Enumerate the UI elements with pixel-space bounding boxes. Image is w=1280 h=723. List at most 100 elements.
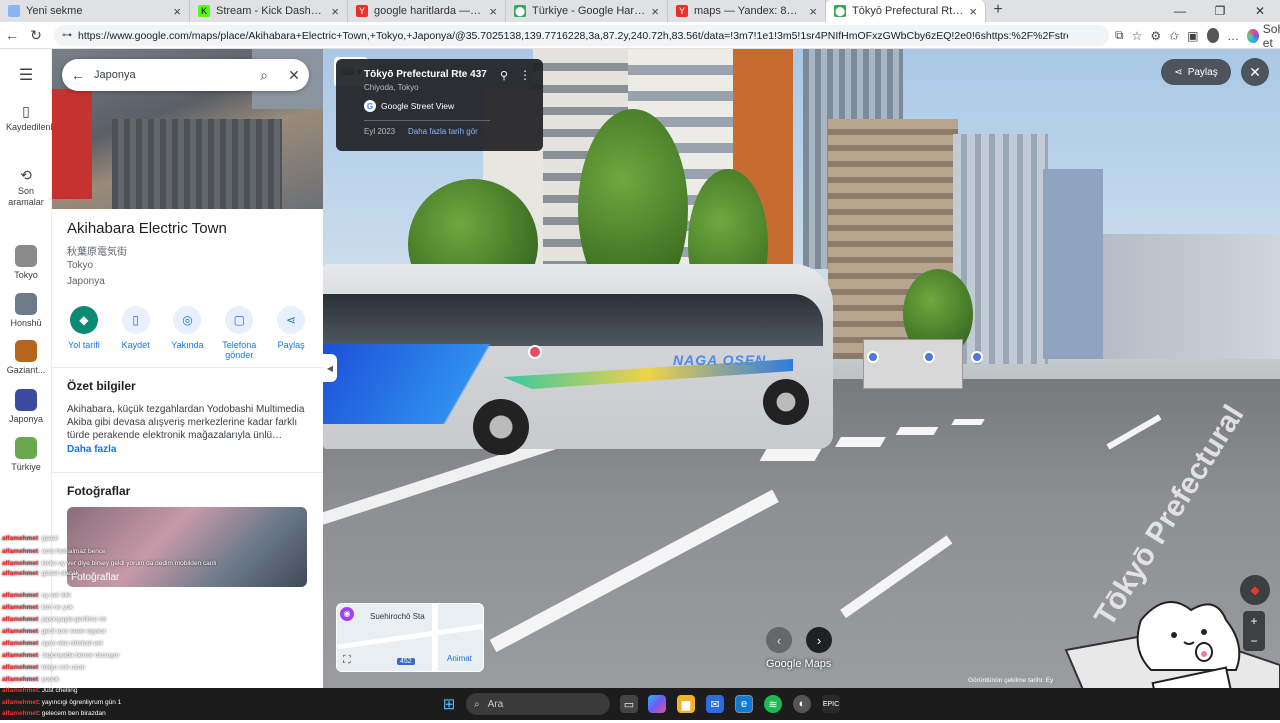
site-info-icon[interactable]: ⊶ <box>62 30 72 41</box>
tab-4[interactable]: ⬤ Türkiye - Google Haritalar × <box>506 0 668 22</box>
tab-title: Tōkyō Prefectural Rte 437 - Goog <box>852 5 963 17</box>
more-options-icon[interactable]: ⋮ <box>519 68 531 82</box>
recent-label: Honshū <box>10 318 42 328</box>
save-button[interactable]: ▯ Kaydet <box>112 306 160 360</box>
directions-icon: ◆ <box>69 306 98 334</box>
recent-label: Son aramalar <box>8 186 44 207</box>
taskbar-search[interactable]: ⌕ Ara <box>466 693 610 715</box>
previous-arrow-icon[interactable]: ‹ <box>766 627 792 653</box>
profile-avatar[interactable] <box>1206 28 1220 43</box>
tab-6-active[interactable]: ⬤ Tōkyō Prefectural Rte 437 - Goog × <box>826 0 986 22</box>
close-streetview-button[interactable]: ✕ <box>1241 58 1269 86</box>
task-view-icon[interactable]: ▭ <box>620 695 638 713</box>
collections-icon[interactable]: ▣ <box>1187 29 1198 43</box>
area-name: Chiyoda, Tokyo <box>364 83 419 92</box>
expand-map-icon[interactable]: ⛶ <box>343 654 351 667</box>
recent-label: Tokyo <box>14 270 38 280</box>
maps-icon: ⬤ <box>514 5 526 17</box>
edge-browser-icon[interactable]: e <box>735 695 753 713</box>
recent-item-turkiye[interactable]: Türkiye <box>0 437 52 472</box>
back-arrow-icon[interactable]: ← <box>62 67 94 83</box>
collapse-panel-button[interactable]: ◀ <box>323 354 337 382</box>
mail-icon[interactable]: ✉ <box>706 695 724 713</box>
epic-games-icon[interactable]: EPIC <box>822 695 840 713</box>
tab-3[interactable]: Y google haritlarda — Yandex: 598 × <box>348 0 506 22</box>
menu-icon[interactable]: ☰ <box>0 65 52 85</box>
chat-user: alfamehmet <box>2 628 39 635</box>
bus-windows <box>323 294 823 346</box>
pin-icon[interactable]: ⚲ <box>500 69 508 82</box>
favorite-star-icon[interactable]: ☆ <box>1132 29 1143 43</box>
place-marker-icon[interactable] <box>971 351 983 363</box>
recent-item-tokyo[interactable]: Tokyo <box>0 245 52 280</box>
close-window-icon[interactable]: ✕ <box>1240 0 1280 22</box>
tab-title: Türkiye - Google Haritalar <box>532 5 646 17</box>
tab-action-icon[interactable]: ⧉ <box>1115 28 1124 43</box>
close-tab-icon[interactable]: × <box>969 4 977 19</box>
maximize-icon[interactable]: ❐ <box>1200 0 1240 22</box>
place-country: Japonya <box>67 276 105 287</box>
copilot-app-icon[interactable] <box>648 695 666 713</box>
share-streetview-button[interactable]: ⋖ Paylaş <box>1161 59 1231 85</box>
building <box>1043 169 1103 359</box>
clear-search-icon[interactable]: ✕ <box>279 67 309 84</box>
more-dates-link[interactable]: Daha fazla tarih gör <box>408 127 478 136</box>
tab-1[interactable]: Yeni sekme × <box>0 0 190 22</box>
divider <box>52 367 323 368</box>
new-tab-button[interactable]: + <box>986 0 1010 22</box>
lane-marking <box>951 419 985 425</box>
favorites-icon[interactable]: ✩ <box>1169 29 1179 43</box>
close-tab-icon[interactable]: × <box>809 4 817 19</box>
close-tab-icon[interactable]: × <box>489 4 497 19</box>
next-arrow-icon[interactable]: › <box>806 627 832 653</box>
close-tab-icon[interactable]: × <box>651 4 659 19</box>
extensions-icon[interactable]: ⚙ <box>1150 29 1161 43</box>
search-box[interactable]: ← Japonya ⌕ ✕ <box>62 59 309 91</box>
chat-user: alfamehmet <box>2 570 39 577</box>
minimize-icon[interactable]: — <box>1160 0 1200 22</box>
close-tab-icon[interactable]: × <box>331 4 339 19</box>
chat-user: alfamehmet <box>2 652 39 659</box>
tab-2[interactable]: K Stream - Kick Dashboard × <box>190 0 348 22</box>
chat-text: japonyayla gerilime mi <box>41 616 107 623</box>
search-input[interactable]: Japonya <box>94 69 249 81</box>
nearby-button[interactable]: ◎ Yakında <box>163 306 211 360</box>
chat-line: alfamehmet: oy ver kiki <box>2 592 71 599</box>
chat-text: gaaal <box>41 535 58 542</box>
place-marker-icon[interactable] <box>528 345 542 359</box>
url-field[interactable]: ⊶ https://www.google.com/maps/place/Akih… <box>54 25 1109 46</box>
divider <box>52 472 323 473</box>
send-to-phone-button[interactable]: ▢ Telefona gönder <box>215 306 263 360</box>
recent-item-honshu[interactable]: Honshū <box>0 293 52 328</box>
obs-icon[interactable]: ◐ <box>793 695 811 713</box>
recent-item-japonya[interactable]: Japonya <box>0 389 52 424</box>
back-icon[interactable]: ← <box>0 27 24 43</box>
more-link[interactable]: Daha fazla <box>67 444 116 455</box>
spotify-icon[interactable]: ≋ <box>764 695 782 713</box>
more-menu-icon[interactable]: … <box>1227 29 1239 43</box>
recent-button[interactable]: ⟲ Son aramalar <box>0 167 52 208</box>
search-icon[interactable]: ⌕ <box>249 67 279 84</box>
share-button[interactable]: ⋖ Paylaş <box>267 306 315 360</box>
windows-start-icon[interactable]: ⊞ <box>440 695 458 713</box>
file-explorer-icon[interactable]: ▆ <box>677 695 695 713</box>
copilot-button[interactable]: Sohbet et <box>1247 22 1280 50</box>
recent-item-gaziantep[interactable]: Gaziant... <box>0 340 52 375</box>
minimap[interactable]: Suehirochō Sta Animat 452 ◉ ⛶ <box>336 603 484 672</box>
place-marker-icon[interactable] <box>867 351 879 363</box>
reload-icon[interactable]: ↻ <box>24 27 48 44</box>
chat-text: kicke oy ver diye birsey geldi yorum da … <box>41 560 217 567</box>
chat-text: Japonyada bence olusuyor <box>41 652 120 659</box>
place-marker-icon[interactable] <box>923 351 935 363</box>
lane-marking <box>895 427 939 435</box>
bus-wheel <box>763 379 809 425</box>
tab-5[interactable]: Y maps — Yandex: 822 bin sonuç b × <box>668 0 826 22</box>
google-icon: G <box>364 100 376 112</box>
summary-heading: Özet bilgiler <box>67 379 136 393</box>
browser-tab-strip: Yeni sekme × K Stream - Kick Dashboard ×… <box>0 0 1280 22</box>
chat-text: yoook <box>41 676 60 683</box>
saved-button[interactable]: ▯ Kaydedilenler <box>0 103 61 133</box>
directions-button[interactable]: ◆ Yol tarifi <box>60 306 108 360</box>
hero-building <box>112 119 282 209</box>
close-tab-icon[interactable]: × <box>173 4 181 19</box>
